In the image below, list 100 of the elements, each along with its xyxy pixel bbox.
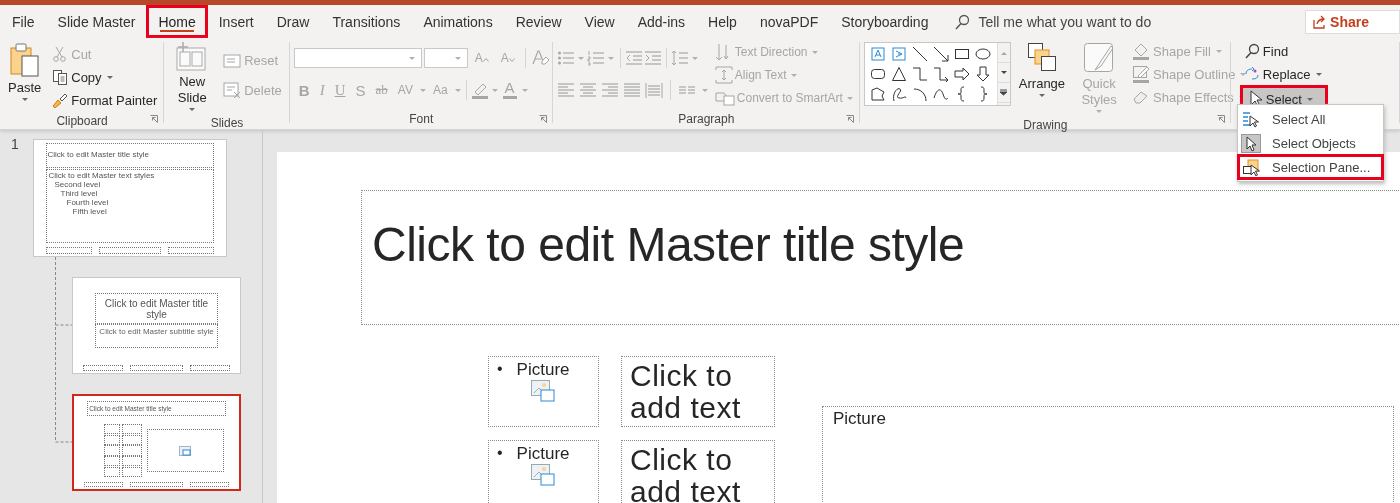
- slide-thumbnail[interactable]: Click to edit Master title style Click to edit Master subtitle style: [72, 277, 241, 374]
- more-shapes-icon[interactable]: [1000, 89, 1008, 96]
- smartart-icon: [714, 90, 735, 106]
- slide-number: 1: [11, 136, 19, 152]
- placeholder-box[interactable]: Click to add text: [621, 356, 775, 427]
- ribbon-tab[interactable]: View: [573, 6, 626, 37]
- ribbon-tab[interactable]: Review: [504, 6, 573, 37]
- placeholder-box[interactable]: Click to edit Master title style: [361, 190, 1400, 325]
- scroll-down-icon[interactable]: [1000, 70, 1007, 75]
- bullet: •: [497, 360, 503, 379]
- ribbon-tab[interactable]: Slide Master: [46, 6, 147, 37]
- caret-icon: [408, 56, 415, 60]
- slide-thumbnail[interactable]: Click to edit Master title style Click to edit Master text styles Second level Third level Fourth level Fifth level: [33, 139, 227, 257]
- group-label: Drawing: [1023, 117, 1068, 134]
- placeholder-box: [45, 246, 92, 254]
- placeholder-box: [103, 466, 121, 477]
- paintbrush-icon: [52, 92, 69, 108]
- caret-icon: [691, 56, 698, 60]
- ribbon-tab[interactable]: File: [1, 6, 46, 37]
- ribbon-tab[interactable]: Storyboarding: [830, 6, 940, 37]
- bullet: •: [497, 444, 503, 463]
- copy-button[interactable]: Copy: [49, 66, 161, 88]
- tell-me-field[interactable]: Tell me what you want to do: [976, 12, 1191, 31]
- group-label: Clipboard: [56, 113, 108, 130]
- freeform-icon[interactable]: [870, 86, 887, 102]
- font-size-field[interactable]: [423, 48, 468, 68]
- thumbnail-title: Click to edit Master title style: [47, 150, 150, 160]
- scribble-icon[interactable]: [891, 86, 908, 102]
- ribbon-tab[interactable]: Help: [697, 6, 748, 37]
- outline-text: Third level: [60, 189, 99, 198]
- reset-layout-icon: [223, 52, 242, 68]
- ribbon-tab[interactable]: Draw: [265, 6, 321, 37]
- placeholder-box[interactable]: • Picture: [488, 356, 599, 427]
- search-icon: [954, 13, 971, 30]
- clipboard-icon: [8, 42, 41, 78]
- copy-icon: [52, 69, 69, 85]
- placeholder-box: [121, 456, 142, 467]
- bullet-list-icon[interactable]: [556, 50, 575, 66]
- down-caret-icon: [508, 58, 515, 62]
- line-icon[interactable]: [912, 46, 929, 62]
- delete-slide-icon: [223, 82, 242, 98]
- caret-icon: [1215, 49, 1222, 53]
- ribbon-tab[interactable]: Transitions: [321, 6, 412, 37]
- placeholder-box: [121, 445, 142, 456]
- new-slide-button[interactable]: New Slide: [168, 40, 217, 113]
- placeholder-box[interactable]: Click to add text: [621, 440, 775, 503]
- arrange-icon: [1026, 42, 1057, 74]
- ribbon-tab[interactable]: Home: [147, 6, 207, 37]
- caret-icon: [21, 98, 28, 101]
- ribbon-tab[interactable]: Animations: [412, 6, 504, 37]
- placeholder-box: [121, 423, 142, 435]
- curve-icon[interactable]: [933, 86, 950, 102]
- scroll-up-icon[interactable]: [1000, 50, 1007, 55]
- thumbnail-title: Click to edit Master title style: [103, 298, 210, 321]
- paint-bucket-icon: [1132, 42, 1151, 60]
- placeholder-label: Picture: [833, 409, 887, 429]
- menu-item[interactable]: Selection Pane...: [1238, 155, 1383, 179]
- outline-text: Fourth level: [66, 198, 110, 207]
- dialog-launcher-icon[interactable]: [1216, 115, 1225, 123]
- search-icon: [1243, 43, 1260, 59]
- oval-icon[interactable]: [975, 46, 992, 62]
- caret-icon: [1240, 72, 1247, 76]
- caret-icon: [1038, 94, 1045, 97]
- rectangle-icon[interactable]: [954, 46, 971, 62]
- placeholder-box: [189, 481, 230, 488]
- dialog-launcher-icon[interactable]: [845, 115, 854, 123]
- caret-icon: [491, 88, 498, 92]
- placeholder-box: [103, 434, 121, 445]
- share-button[interactable]: Share: [1305, 9, 1400, 34]
- thumbnail-subtitle: Click to edit Master subtitle style: [98, 325, 215, 336]
- ribbon-tab[interactable]: novaPDF: [748, 6, 830, 37]
- ribbon-tab[interactable]: Add-ins: [626, 6, 697, 37]
- pencil-icon: [1132, 65, 1151, 83]
- line-spacing-icon[interactable]: [670, 50, 689, 66]
- caret-icon: [1315, 72, 1322, 76]
- paste-button[interactable]: Paste: [4, 40, 46, 103]
- ribbon-tab[interactable]: Insert: [207, 6, 265, 37]
- placeholder-text: Click to add text: [630, 444, 742, 503]
- placeholder-box: [130, 481, 183, 488]
- triangle-icon[interactable]: [891, 66, 908, 82]
- block-arrow-right-icon[interactable]: [954, 66, 971, 82]
- format-painter-button[interactable]: Format Painter: [49, 89, 161, 111]
- dialog-launcher-icon[interactable]: [150, 115, 159, 123]
- caret-icon: [701, 88, 708, 92]
- menu-item[interactable]: Select Objects: [1238, 131, 1383, 155]
- arrow-icon[interactable]: [933, 46, 950, 62]
- arc-icon[interactable]: [912, 86, 929, 102]
- placeholder-box: [121, 466, 142, 477]
- placeholder-box: [83, 481, 124, 488]
- arrange-button[interactable]: Arrange: [1014, 40, 1070, 99]
- elbow-arrow-icon[interactable]: [933, 66, 950, 82]
- clear-formatting-icon[interactable]: [530, 49, 549, 67]
- block-arrow-down-icon[interactable]: [975, 66, 992, 82]
- rounded-rectangle-icon[interactable]: [870, 66, 887, 82]
- placeholder-box[interactable]: • Picture: [488, 440, 599, 503]
- placeholder-box[interactable]: Picture: [822, 406, 1394, 503]
- share-icon: [1312, 14, 1327, 29]
- dialog-launcher-icon[interactable]: [538, 115, 547, 123]
- caret-icon: [846, 96, 853, 100]
- highlighter-icon[interactable]: [469, 81, 490, 99]
